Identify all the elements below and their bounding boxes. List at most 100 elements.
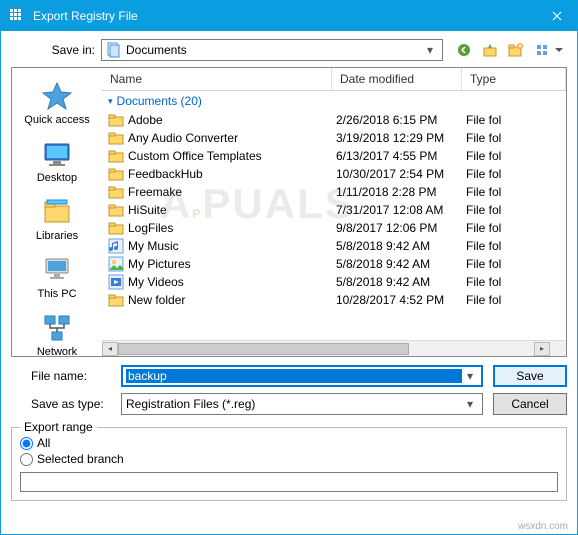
folder-icon (108, 130, 124, 146)
item-name: Any Audio Converter (128, 131, 336, 145)
save-in-value: Documents (126, 43, 422, 57)
folder-icon (108, 148, 124, 164)
item-name: My Videos (128, 275, 336, 289)
folder-icon (108, 112, 124, 128)
folder-icon (108, 202, 124, 218)
sidebar-item-label: Quick access (24, 114, 89, 126)
sidebar-item-libraries[interactable]: Libraries (17, 192, 97, 246)
sidebar-item-label: This PC (37, 288, 76, 300)
column-type[interactable]: Type (462, 68, 566, 90)
close-button[interactable] (537, 1, 577, 31)
radio-all[interactable] (20, 437, 33, 450)
scroll-thumb[interactable] (118, 343, 409, 355)
item-type: File fol (466, 113, 560, 127)
item-type: File fol (466, 275, 560, 289)
item-type: File fol (466, 221, 560, 235)
item-name: New folder (128, 293, 336, 307)
group-header-label: Documents (20) (117, 94, 202, 108)
new-folder-button[interactable] (505, 39, 527, 61)
save-as-type-value: Registration Files (*.reg) (126, 397, 462, 411)
item-type: File fol (466, 149, 560, 163)
list-item[interactable]: New folder10/28/2017 4:52 PMFile fol (102, 291, 566, 309)
list-item[interactable]: HiSuite7/31/2017 12:08 AMFile fol (102, 201, 566, 219)
cancel-button[interactable]: Cancel (493, 393, 567, 415)
item-type: File fol (466, 167, 560, 181)
horizontal-scrollbar[interactable]: ◂ ▸ (102, 340, 566, 356)
list-item[interactable]: Any Audio Converter3/19/2018 12:29 PMFil… (102, 129, 566, 147)
item-name: Adobe (128, 113, 336, 127)
chevron-down-icon: ▾ (422, 43, 438, 57)
selected-branch-input[interactable] (20, 472, 558, 492)
item-date: 10/30/2017 2:54 PM (336, 167, 466, 181)
radio-selected-label: Selected branch (37, 452, 124, 466)
item-name: My Music (128, 239, 336, 253)
item-date: 5/8/2018 9:42 AM (336, 257, 466, 271)
save-as-type-label: Save as type: (11, 397, 111, 411)
libraries-icon (41, 196, 73, 228)
item-date: 10/28/2017 4:52 PM (336, 293, 466, 307)
item-name: Freemake (128, 185, 336, 199)
scroll-left-arrow[interactable]: ◂ (102, 342, 118, 356)
folder-icon (108, 184, 124, 200)
column-date-modified[interactable]: Date modified (332, 68, 462, 90)
folder-icon (108, 220, 124, 236)
item-type: File fol (466, 203, 560, 217)
export-range-selected[interactable]: Selected branch (20, 452, 558, 466)
sidebar-item-label: Libraries (36, 230, 78, 242)
file-name-value: backup (126, 369, 462, 383)
item-name: FeedbackHub (128, 167, 336, 181)
list-item[interactable]: My Videos5/8/2018 9:42 AMFile fol (102, 273, 566, 291)
file-name-input[interactable]: backup ▾ (121, 365, 483, 387)
list-item[interactable]: LogFiles9/8/2017 12:06 PMFile fol (102, 219, 566, 237)
file-name-label: File name: (11, 369, 111, 383)
views-button[interactable] (531, 39, 567, 61)
star-icon (41, 80, 73, 112)
network-icon (41, 312, 73, 344)
item-name: LogFiles (128, 221, 336, 235)
group-header[interactable]: ▾ Documents (20) (102, 91, 566, 111)
item-date: 2/26/2018 6:15 PM (336, 113, 466, 127)
places-sidebar: Quick access Desktop Libraries This PC N… (12, 68, 102, 356)
item-type: File fol (466, 257, 560, 271)
list-item[interactable]: My Pictures5/8/2018 9:42 AMFile fol (102, 255, 566, 273)
chevron-down-icon: ▾ (108, 96, 113, 107)
file-list-header[interactable]: Name Date modified Type (102, 68, 566, 91)
app-icon (9, 8, 25, 24)
window-title: Export Registry File (33, 9, 537, 23)
radio-all-label: All (37, 436, 50, 450)
item-date: 5/8/2018 9:42 AM (336, 239, 466, 253)
item-date: 5/8/2018 9:42 AM (336, 275, 466, 289)
item-date: 3/19/2018 12:29 PM (336, 131, 466, 145)
list-item[interactable]: My Music5/8/2018 9:42 AMFile fol (102, 237, 566, 255)
export-range-all[interactable]: All (20, 436, 558, 450)
item-type: File fol (466, 239, 560, 253)
chevron-down-icon: ▾ (462, 397, 478, 411)
chevron-down-icon: ▾ (462, 369, 478, 383)
save-button[interactable]: Save (493, 365, 567, 387)
column-name[interactable]: Name (102, 68, 332, 90)
scroll-right-arrow[interactable]: ▸ (534, 342, 550, 356)
sidebar-item-desktop[interactable]: Desktop (17, 134, 97, 188)
save-as-type-combo[interactable]: Registration Files (*.reg) ▾ (121, 393, 483, 415)
export-range-legend: Export range (20, 420, 97, 434)
item-date: 7/31/2017 12:08 AM (336, 203, 466, 217)
sidebar-item-network[interactable]: Network (17, 308, 97, 362)
sidebar-item-quick-access[interactable]: Quick access (17, 76, 97, 130)
folder-icon (108, 166, 124, 182)
item-name: My Pictures (128, 257, 336, 271)
documents-icon (106, 42, 122, 58)
item-name: HiSuite (128, 203, 336, 217)
sidebar-item-this-pc[interactable]: This PC (17, 250, 97, 304)
radio-selected[interactable] (20, 453, 33, 466)
list-item[interactable]: Freemake1/11/2018 2:28 PMFile fol (102, 183, 566, 201)
save-in-combo[interactable]: Documents ▾ (101, 39, 443, 61)
list-item[interactable]: FeedbackHub10/30/2017 2:54 PMFile fol (102, 165, 566, 183)
back-button[interactable] (453, 39, 475, 61)
list-item[interactable]: Custom Office Templates6/13/2017 4:55 PM… (102, 147, 566, 165)
export-range-group: Export range All Selected branch (11, 427, 567, 501)
folder-icon (108, 274, 124, 290)
item-type: File fol (466, 293, 560, 307)
list-item[interactable]: Adobe2/26/2018 6:15 PMFile fol (102, 111, 566, 129)
pc-icon (41, 254, 73, 286)
up-button[interactable] (479, 39, 501, 61)
